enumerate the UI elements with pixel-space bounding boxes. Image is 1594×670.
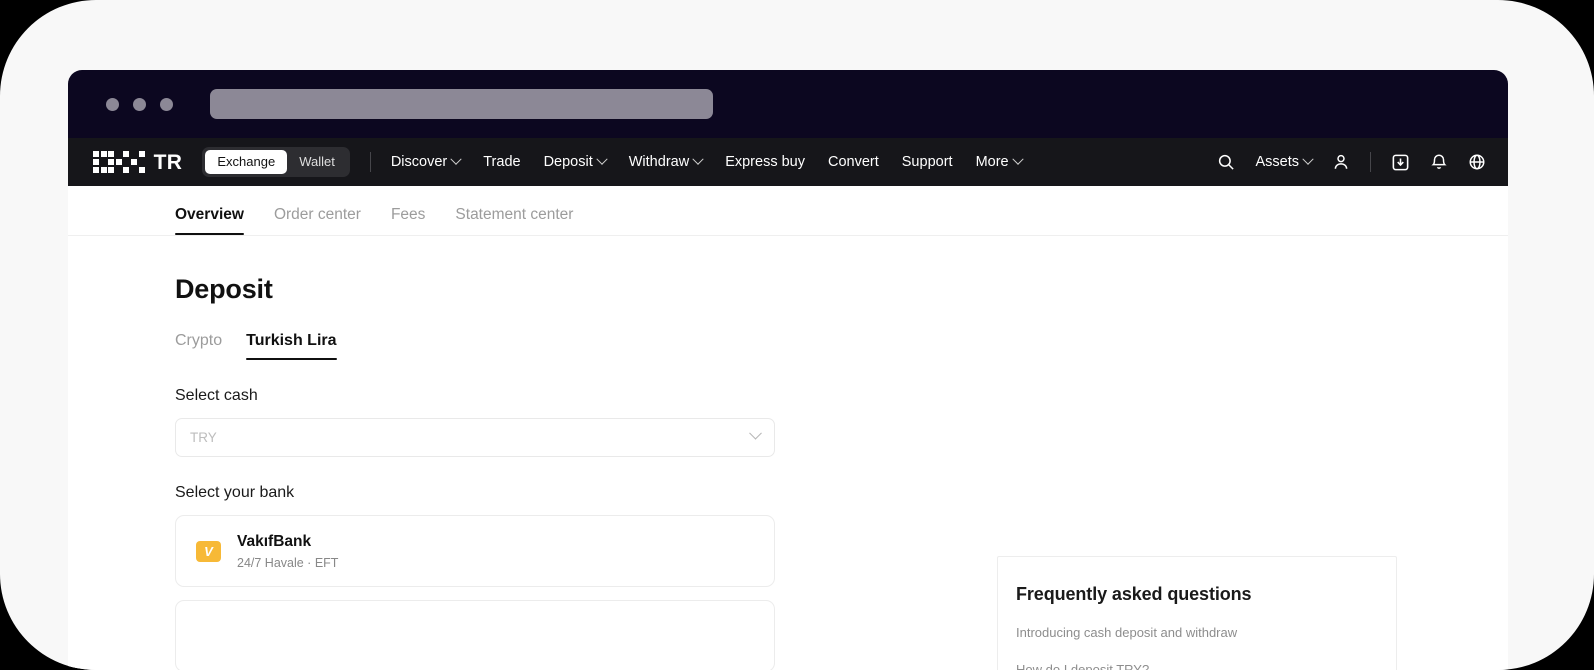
second-bank-logo-icon xyxy=(196,625,221,647)
bell-icon[interactable] xyxy=(1430,153,1448,171)
select-bank-label: Select your bank xyxy=(175,484,295,501)
bank-info: VakıfBank 24/7 Havale · EFT xyxy=(237,533,338,570)
top-navigation-bar: TR Exchange Wallet Discover Trade Deposi… xyxy=(68,138,1508,186)
nav-right-actions: Assets xyxy=(1217,152,1486,172)
nav-item-assets-label: Assets xyxy=(1255,154,1299,170)
chevron-down-icon xyxy=(450,153,462,165)
page-background: TR Exchange Wallet Discover Trade Deposi… xyxy=(0,0,1594,670)
main-content: Deposit Crypto Turkish Lira Select cash … xyxy=(68,236,1508,670)
tab-order-center[interactable]: Order center xyxy=(274,206,361,235)
nav-item-more-label: More xyxy=(975,154,1009,170)
okx-tr-logo[interactable]: TR xyxy=(93,150,183,174)
nav-item-withdraw[interactable]: Withdraw xyxy=(628,153,704,170)
toggle-option-wallet[interactable]: Wallet xyxy=(287,150,347,174)
faq-title: Frequently asked questions xyxy=(1016,584,1252,604)
nav-item-support-label: Support xyxy=(901,154,953,170)
nav-item-assets[interactable]: Assets xyxy=(1255,153,1314,170)
nav-item-convert[interactable]: Convert xyxy=(828,154,879,170)
asset-type-tabs: Crypto Turkish Lira xyxy=(175,332,1508,360)
globe-icon[interactable] xyxy=(1468,153,1486,171)
bank-option-vakifbank[interactable]: V VakıfBank 24/7 Havale · EFT xyxy=(175,515,775,587)
select-cash-label: Select cash xyxy=(175,387,258,404)
nav-item-deposit-label: Deposit xyxy=(543,154,593,170)
vakifbank-logo-icon: V xyxy=(196,540,221,562)
traffic-light-group xyxy=(106,97,173,111)
toggle-option-exchange[interactable]: Exchange xyxy=(205,150,288,174)
logo-tr-text: TR xyxy=(153,150,183,174)
nav-right-divider xyxy=(1370,152,1371,172)
nav-item-more[interactable]: More xyxy=(975,153,1024,170)
chevron-down-icon xyxy=(1302,153,1314,165)
nav-item-withdraw-label: Withdraw xyxy=(628,154,690,170)
vakifbank-logo-initial: V xyxy=(204,543,213,559)
search-icon[interactable] xyxy=(1217,153,1235,171)
bank-methods: 24/7 Havale · EFT xyxy=(237,555,339,570)
tab-overview[interactable]: Overview xyxy=(175,206,244,235)
browser-chrome-bar xyxy=(68,70,1508,138)
okx-logo-icon xyxy=(93,151,145,173)
chevron-down-icon xyxy=(1011,153,1024,165)
chevron-down-icon xyxy=(596,153,608,165)
nav-item-express-buy[interactable]: Express buy xyxy=(725,154,805,170)
nav-item-discover[interactable]: Discover xyxy=(390,153,462,170)
nav-links: Discover Trade Deposit Withdraw Express … xyxy=(390,153,1024,170)
nav-item-support[interactable]: Support xyxy=(902,154,953,170)
exchange-wallet-toggle[interactable]: Exchange Wallet xyxy=(202,147,350,177)
select-cash-value: TRY xyxy=(190,430,217,445)
maximize-window-button[interactable] xyxy=(160,97,173,111)
select-cash-dropdown[interactable]: TRY xyxy=(175,418,775,457)
asset-tab-crypto[interactable]: Crypto xyxy=(175,332,222,360)
tab-fees[interactable]: Fees xyxy=(391,206,425,235)
url-address-bar[interactable] xyxy=(210,89,713,119)
close-window-button[interactable] xyxy=(106,97,119,111)
faq-list: Introducing cash deposit and withdraw Ho… xyxy=(1016,625,1396,670)
nav-item-express-buy-label: Express buy xyxy=(725,154,805,170)
nav-item-convert-label: Convert xyxy=(827,154,879,170)
faq-item-introducing[interactable]: Introducing cash deposit and withdraw xyxy=(1016,625,1237,640)
download-icon[interactable] xyxy=(1391,153,1410,172)
browser-window: TR Exchange Wallet Discover Trade Deposi… xyxy=(68,70,1508,670)
faq-panel: Frequently asked questions Introducing c… xyxy=(997,556,1397,670)
user-icon[interactable] xyxy=(1332,153,1350,171)
faq-item-deposit-try[interactable]: How do I deposit TRY? xyxy=(1016,662,1149,670)
asset-tab-turkish-lira[interactable]: Turkish Lira xyxy=(246,332,337,360)
nav-item-trade-label: Trade xyxy=(483,154,521,170)
chevron-down-icon xyxy=(692,153,704,165)
minimize-window-button[interactable] xyxy=(133,97,146,111)
page-title: Deposit xyxy=(175,274,273,304)
nav-item-discover-label: Discover xyxy=(390,154,448,170)
nav-item-trade[interactable]: Trade xyxy=(483,154,520,170)
nav-divider xyxy=(369,152,371,172)
tab-statement-center[interactable]: Statement center xyxy=(455,206,573,235)
sub-navigation-tabs: Overview Order center Fees Statement cen… xyxy=(68,186,1508,236)
bank-option-second[interactable] xyxy=(175,600,775,670)
chevron-down-icon xyxy=(749,426,762,440)
bank-name: VakıfBank xyxy=(237,532,312,550)
nav-item-deposit[interactable]: Deposit xyxy=(543,153,608,170)
